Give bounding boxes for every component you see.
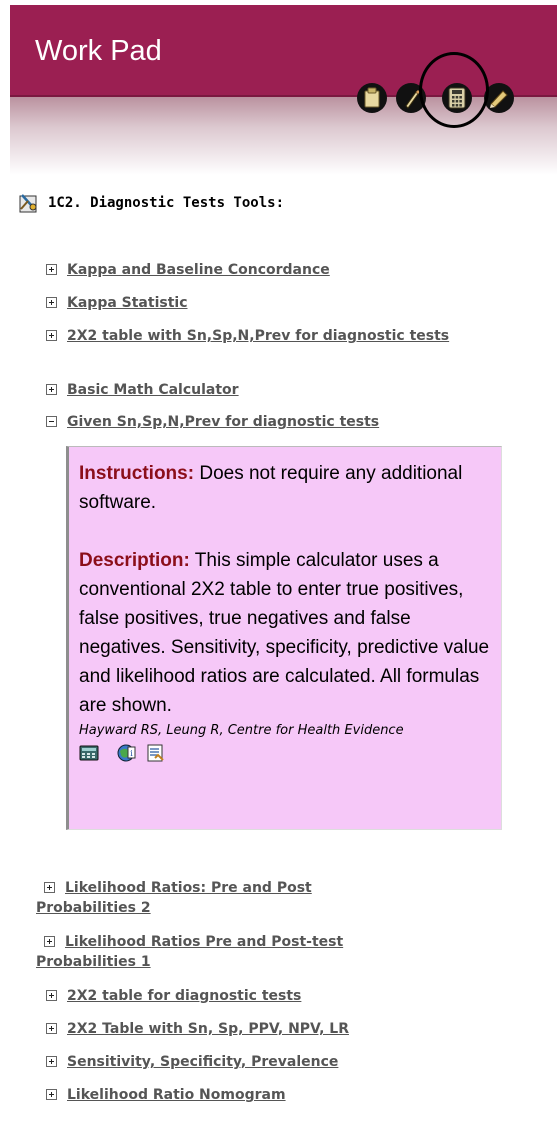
- expand-icon[interactable]: [46, 384, 57, 395]
- description-text: This simple calculator uses a convention…: [79, 550, 490, 716]
- tree-item-basic-math[interactable]: Basic Math Calculator: [38, 380, 518, 400]
- clipboard-icon: [364, 87, 380, 108]
- section-heading: 1C2. Diagnostic Tests Tools:: [18, 192, 284, 214]
- tree-item-label[interactable]: Likelihood Ratios: Pre and Post Probabil…: [36, 880, 312, 916]
- notepad-icon[interactable]: [145, 743, 165, 763]
- citation: Hayward RS, Leung R, Centre for Health E…: [79, 723, 404, 738]
- pencil-icon: [490, 90, 508, 108]
- tree-item-sens-spec-prev[interactable]: Sensitivity, Specificity, Prevalence: [38, 1052, 518, 1072]
- tree-item-label[interactable]: Sensitivity, Specificity, Prevalence: [67, 1054, 338, 1070]
- tree-item-lr-nomogram[interactable]: Likelihood Ratio Nomogram: [38, 1085, 518, 1105]
- expand-icon[interactable]: [46, 297, 57, 308]
- tree-item-lr-pre-post-2[interactable]: Likelihood Ratios: Pre and Post Probabil…: [36, 878, 416, 918]
- expand-icon[interactable]: [44, 882, 55, 893]
- tree-item-given-sn-sp[interactable]: Given Sn,Sp,N,Prev for diagnostic tests: [38, 412, 518, 432]
- calculator-highlight-circle: [419, 52, 489, 128]
- pen-icon: [405, 90, 420, 109]
- section-title: 1C2. Diagnostic Tests Tools:: [48, 195, 285, 211]
- calculator-icon[interactable]: [79, 745, 99, 761]
- tree-item-label[interactable]: 2X2 table for diagnostic tests: [67, 988, 301, 1004]
- description: Description: This simple calculator uses…: [79, 546, 491, 720]
- tree-item-lr-pre-post-1[interactable]: Likelihood Ratios Pre and Post-test Prob…: [36, 932, 436, 972]
- tree-item-kappa-baseline[interactable]: Kappa and Baseline Concordance: [38, 260, 518, 280]
- page-title: Work Pad: [35, 35, 162, 67]
- tree-item-label[interactable]: Given Sn,Sp,N,Prev for diagnostic tests: [67, 414, 379, 430]
- expand-icon[interactable]: [46, 330, 57, 341]
- description-label: Description:: [79, 550, 190, 571]
- expand-icon[interactable]: [46, 990, 57, 1001]
- tree-item-kappa-statistic[interactable]: Kappa Statistic: [38, 293, 518, 313]
- web-info-icon[interactable]: i: [115, 743, 137, 763]
- tree-item-label[interactable]: 2X2 table with Sn,Sp,N,Prev for diagnost…: [67, 328, 449, 344]
- tree-item-label[interactable]: 2X2 Table with Sn, Sp, PPV, NPV, LR: [67, 1021, 349, 1037]
- tool-detail-panel: Instructions: Does not require any addit…: [66, 446, 502, 830]
- tree-item-label[interactable]: Kappa Statistic: [67, 295, 188, 311]
- instructions: Instructions: Does not require any addit…: [79, 459, 491, 517]
- expand-icon[interactable]: [46, 1089, 57, 1100]
- tree-item-label[interactable]: Likelihood Ratio Nomogram: [67, 1087, 286, 1103]
- instructions-label: Instructions:: [79, 463, 195, 484]
- expand-icon[interactable]: [46, 1023, 57, 1034]
- tree-item-2x2-diagnostic[interactable]: 2X2 table for diagnostic tests: [38, 986, 518, 1006]
- expand-icon[interactable]: [46, 1056, 57, 1067]
- collapse-icon[interactable]: [46, 416, 57, 427]
- detail-icon-row: i: [79, 743, 491, 763]
- tools-icon: [19, 194, 37, 213]
- tree-item-2x2-sn-sp[interactable]: 2X2 table with Sn,Sp,N,Prev for diagnost…: [16, 326, 496, 346]
- tree-item-label[interactable]: Basic Math Calculator: [67, 382, 239, 398]
- tree-item-2x2-lr[interactable]: 2X2 Table with Sn, Sp, PPV, NPV, LR: [38, 1019, 518, 1039]
- expand-icon[interactable]: [46, 264, 57, 275]
- tree-item-label[interactable]: Likelihood Ratios Pre and Post-test Prob…: [36, 934, 343, 970]
- tree-item-label[interactable]: Kappa and Baseline Concordance: [67, 262, 330, 278]
- svg-text:i: i: [130, 749, 133, 758]
- clipboard-button[interactable]: [357, 83, 387, 113]
- expand-icon[interactable]: [44, 936, 55, 947]
